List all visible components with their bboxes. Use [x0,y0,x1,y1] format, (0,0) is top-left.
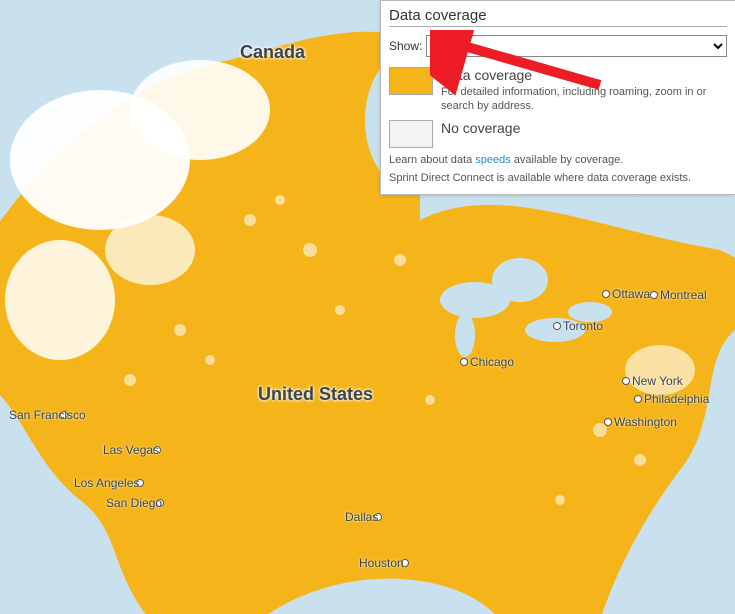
legend-coverage-sub: For detailed information, including roam… [441,85,727,114]
city-label: Houston [359,556,404,570]
legend-swatch-coverage [389,67,433,95]
city-label: San Francisco [9,408,86,422]
city-dot [553,322,561,330]
city-label: Washington [614,415,677,429]
city-label: Toronto [563,319,603,333]
city-label: Las Vegas [103,443,159,457]
city-label: Philadelphia [644,392,709,406]
legend-swatch-nocoverage [389,120,433,148]
country-label-canada: Canada [240,42,305,63]
speeds-link[interactable]: speeds [475,154,510,166]
city-label: Montreal [660,288,707,302]
city-label: Los Angeles [74,476,139,490]
city-dot [650,291,658,299]
legend-coverage-title: Data coverage [441,67,727,83]
coverage-panel: Data coverage Show: 5G Data coverage For… [380,0,735,195]
city-dot [622,377,630,385]
city-label: San Diego [106,496,162,510]
city-dot [460,358,468,366]
country-label-us: United States [258,384,373,405]
panel-title: Data coverage [389,7,727,27]
city-dot [602,290,610,298]
show-label: Show: [389,39,422,53]
legend-nocoverage-title: No coverage [441,120,727,136]
city-dot [604,418,612,426]
city-label: Ottawa [612,287,650,301]
city-dot [634,395,642,403]
city-label: Chicago [470,355,514,369]
show-select[interactable]: 5G [426,35,727,57]
city-label: New York [632,374,683,388]
panel-note-direct-connect: Sprint Direct Connect is available where… [389,172,727,184]
panel-note-speeds: Learn about data speeds available by cov… [389,154,727,166]
city-label: Dallas [345,510,378,524]
